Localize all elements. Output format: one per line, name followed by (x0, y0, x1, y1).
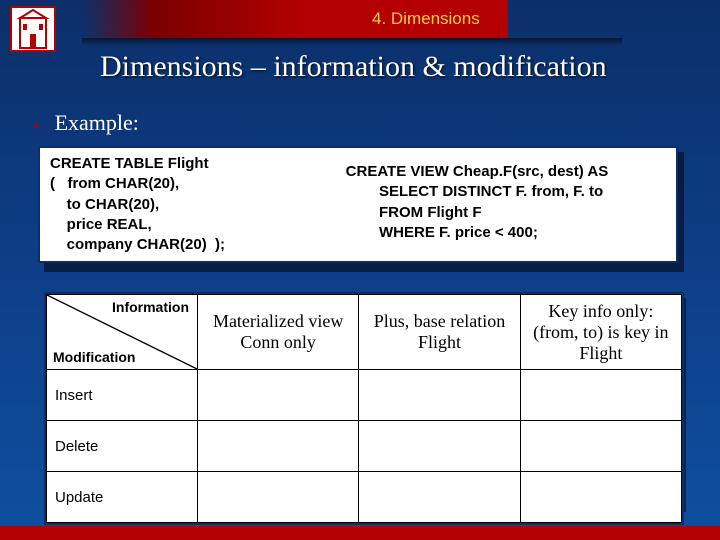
bullet-example: ➢ Example: (30, 110, 139, 136)
col-header: Plus, base relation Flight (359, 295, 520, 370)
breadcrumb-bar: 4. Dimensions (82, 0, 508, 38)
cell (359, 421, 520, 472)
info-mod-table: Information Modification Materialized vi… (46, 294, 682, 523)
table-row: Insert (47, 370, 682, 421)
code-create-table: CREATE TABLE Flight ( from CHAR(20), to … (50, 154, 346, 255)
code-create-view: CREATE VIEW Cheap.F(src, dest) AS SELECT… (346, 154, 666, 255)
col-header: Materialized view Conn only (198, 295, 359, 370)
row-header: Delete (47, 421, 198, 472)
row-header: Update (47, 472, 198, 523)
cell (520, 421, 681, 472)
col-axis-label: Information (112, 299, 189, 315)
building-logo-icon (8, 4, 58, 54)
col-header: Key info only: (from, to) is key in Flig… (520, 295, 681, 370)
bullet-marker-icon: ➢ (31, 116, 41, 134)
breadcrumb: 4. Dimensions (362, 0, 508, 38)
bullet-label: Example: (55, 110, 139, 136)
row-axis-label: Modification (53, 349, 135, 365)
cell (198, 370, 359, 421)
table-row: Delete (47, 421, 682, 472)
cell (198, 472, 359, 523)
footer-bar (0, 526, 720, 540)
cell (359, 472, 520, 523)
cell (520, 472, 681, 523)
table-row: Update (47, 472, 682, 523)
row-header: Insert (47, 370, 198, 421)
slide: 4. Dimensions Dimensions – information &… (0, 0, 720, 540)
cell (520, 370, 681, 421)
code-panel: CREATE TABLE Flight ( from CHAR(20), to … (38, 146, 678, 263)
matrix-panel: Information Modification Materialized vi… (44, 292, 684, 525)
cell (198, 421, 359, 472)
page-title: Dimensions – information & modification (100, 50, 607, 84)
cell (359, 370, 520, 421)
diagonal-header-cell: Information Modification (47, 295, 198, 370)
